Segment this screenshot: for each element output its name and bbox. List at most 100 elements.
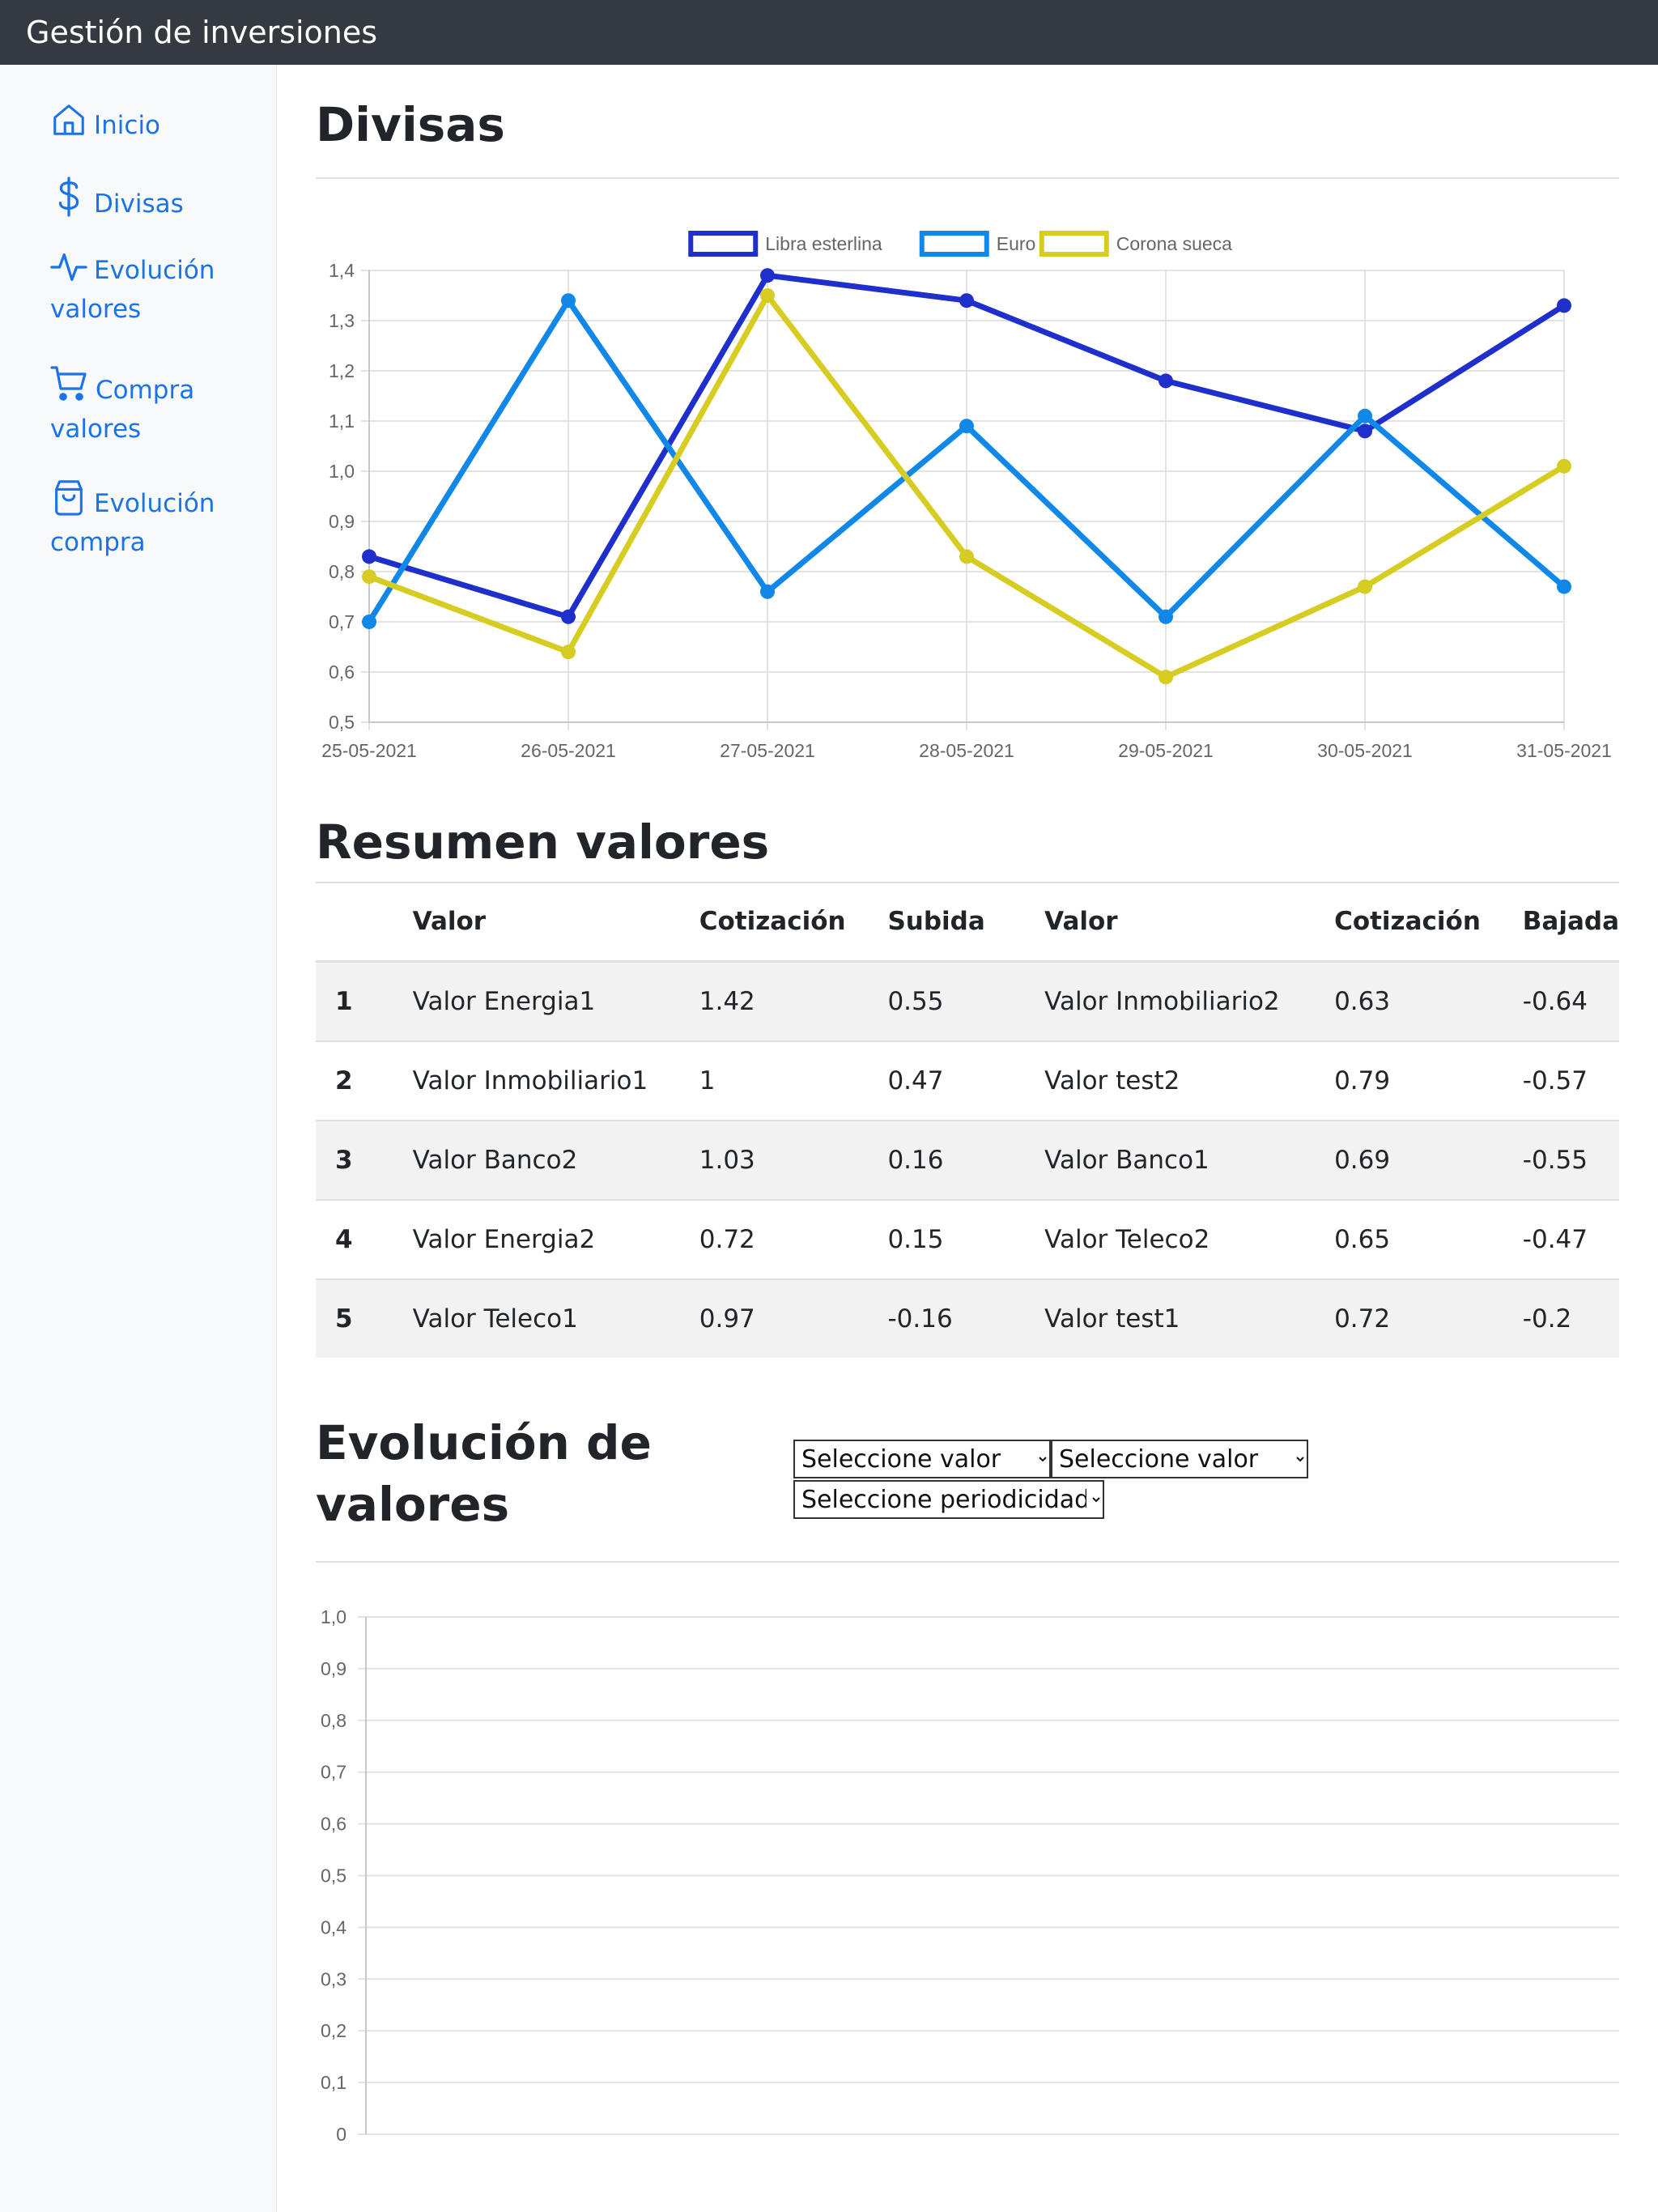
table-cell: 0.65 [1315, 1199, 1503, 1279]
table-header-row: Valor Cotización Subida Valor Cotización… [316, 883, 1619, 963]
table-row: 1 Valor Energia1 1.42 0.55 Valor Inmobil… [316, 960, 1619, 1041]
table-cell: Valor Banco2 [393, 1120, 680, 1200]
y-tick-label: 1,1 [329, 410, 355, 432]
legend-swatch [919, 231, 989, 257]
table-cell: 0.97 [679, 1278, 869, 1358]
x-tick-label: 29-05-2021 [1118, 740, 1214, 761]
data-point [1358, 423, 1372, 439]
legend-label: Corona sueca [1116, 233, 1232, 254]
resumen-table: Valor Cotización Subida Valor Cotización… [316, 883, 1619, 1358]
x-tick-label: 27-05-2021 [720, 740, 815, 761]
valor-select-2[interactable]: Seleccione valor [1051, 1440, 1308, 1478]
x-tick-label: 25-05-2021 [321, 740, 417, 761]
data-point [760, 584, 775, 599]
table-cell: 0.72 [1315, 1278, 1503, 1358]
table-cell: -0.2 [1503, 1278, 1619, 1358]
table-cell: Valor Teleco2 [1025, 1199, 1316, 1279]
data-point [1158, 670, 1173, 685]
data-point [362, 549, 376, 564]
y-tick-label: 0,7 [329, 611, 355, 632]
x-tick-label: 28-05-2021 [919, 740, 1014, 761]
y-tick-label: 0,2 [321, 2020, 346, 2041]
y-tick-label: 0,1 [321, 2072, 346, 2093]
table-cell: 0.79 [1315, 1040, 1503, 1121]
y-tick-label: 0,8 [329, 561, 355, 582]
table-cell: 1 [316, 960, 393, 1041]
data-point [959, 549, 974, 564]
table-cell: 0.16 [868, 1120, 1026, 1200]
table-cell: Valor Energia2 [393, 1199, 680, 1279]
resumen-title: Resumen valores [316, 815, 770, 870]
table-cell: Valor test2 [1025, 1040, 1316, 1121]
table-cell: 0.72 [679, 1199, 869, 1279]
column-header-bajada: Bajada [1503, 883, 1619, 963]
column-header-subida: Subida [868, 883, 1026, 963]
table-cell: Valor Energia1 [393, 960, 680, 1041]
legend-label: Euro [997, 233, 1036, 254]
table-cell: 3 [316, 1120, 393, 1200]
data-point [1358, 579, 1372, 594]
data-point [362, 569, 376, 585]
data-point [1158, 373, 1173, 389]
y-tick-label: 0,7 [321, 1762, 346, 1783]
data-point [959, 419, 974, 434]
y-tick-label: 0,5 [329, 712, 355, 733]
data-point [561, 644, 576, 660]
table-cell: 0.47 [868, 1040, 1026, 1121]
column-header-cotizacion: Cotización [1315, 883, 1503, 963]
y-tick-label: 0,9 [321, 1658, 346, 1679]
y-tick-label: 1,3 [329, 310, 355, 331]
table-cell: 0.15 [868, 1199, 1026, 1279]
table-cell: -0.57 [1503, 1040, 1619, 1121]
data-point [1557, 579, 1571, 594]
data-point [959, 293, 974, 308]
table-cell: -0.16 [868, 1278, 1026, 1358]
table-cell: 1.03 [679, 1120, 869, 1200]
table-cell: -0.47 [1503, 1199, 1619, 1279]
table-cell: 1 [679, 1040, 869, 1121]
column-header-valor: Valor [393, 883, 680, 963]
evolucion-controls: Seleccione valor Seleccione valor Selecc… [793, 1440, 1312, 1521]
table-cell: -0.64 [1503, 960, 1619, 1041]
table-row: 5 Valor Teleco1 0.97 -0.16 Valor test1 0… [316, 1278, 1619, 1358]
valor-select-1[interactable]: Seleccione valor [793, 1440, 1051, 1478]
table-cell: -0.55 [1503, 1120, 1619, 1200]
data-point [1358, 408, 1372, 423]
data-point [760, 268, 775, 283]
column-header-cotizacion: Cotización [679, 883, 869, 963]
table-cell: 0.55 [868, 960, 1026, 1041]
periodicidad-select[interactable]: Seleccione periodicidad [793, 1480, 1104, 1519]
column-header-index [316, 883, 393, 963]
y-tick-label: 0 [336, 2124, 346, 2145]
y-tick-label: 0,6 [329, 661, 355, 683]
table-cell: Valor test1 [1025, 1278, 1316, 1358]
y-tick-label: 0,6 [321, 1814, 346, 1835]
column-header-valor: Valor [1025, 883, 1316, 963]
y-tick-label: 0,5 [321, 1865, 346, 1887]
legend-swatch [1039, 231, 1109, 257]
divider [316, 1561, 1619, 1563]
table-cell: 5 [316, 1278, 393, 1358]
y-tick-label: 1,2 [329, 360, 355, 381]
x-tick-label: 31-05-2021 [1516, 740, 1612, 761]
data-point [1557, 458, 1571, 474]
table-row: 2 Valor Inmobiliario1 1 0.47 Valor test2… [316, 1040, 1619, 1121]
y-tick-label: 1,0 [321, 1606, 346, 1627]
y-tick-label: 0,3 [321, 1968, 346, 1989]
data-point [561, 609, 576, 624]
table-cell: Valor Banco1 [1025, 1120, 1316, 1200]
x-tick-label: 26-05-2021 [521, 740, 616, 761]
data-point [561, 293, 576, 308]
table-cell: 4 [316, 1199, 393, 1279]
table-cell: Valor Teleco1 [393, 1278, 680, 1358]
data-point [1158, 609, 1173, 624]
table-cell: 1.42 [679, 960, 869, 1041]
y-tick-label: 1,4 [329, 260, 355, 281]
data-point [1557, 298, 1571, 313]
table-cell: 2 [316, 1040, 393, 1121]
x-tick-label: 30-05-2021 [1317, 740, 1413, 761]
table-row: 3 Valor Banco2 1.03 0.16 Valor Banco1 0.… [316, 1120, 1619, 1200]
y-tick-label: 0,9 [329, 511, 355, 532]
table-cell: 0.69 [1315, 1120, 1503, 1200]
data-point [362, 615, 376, 629]
